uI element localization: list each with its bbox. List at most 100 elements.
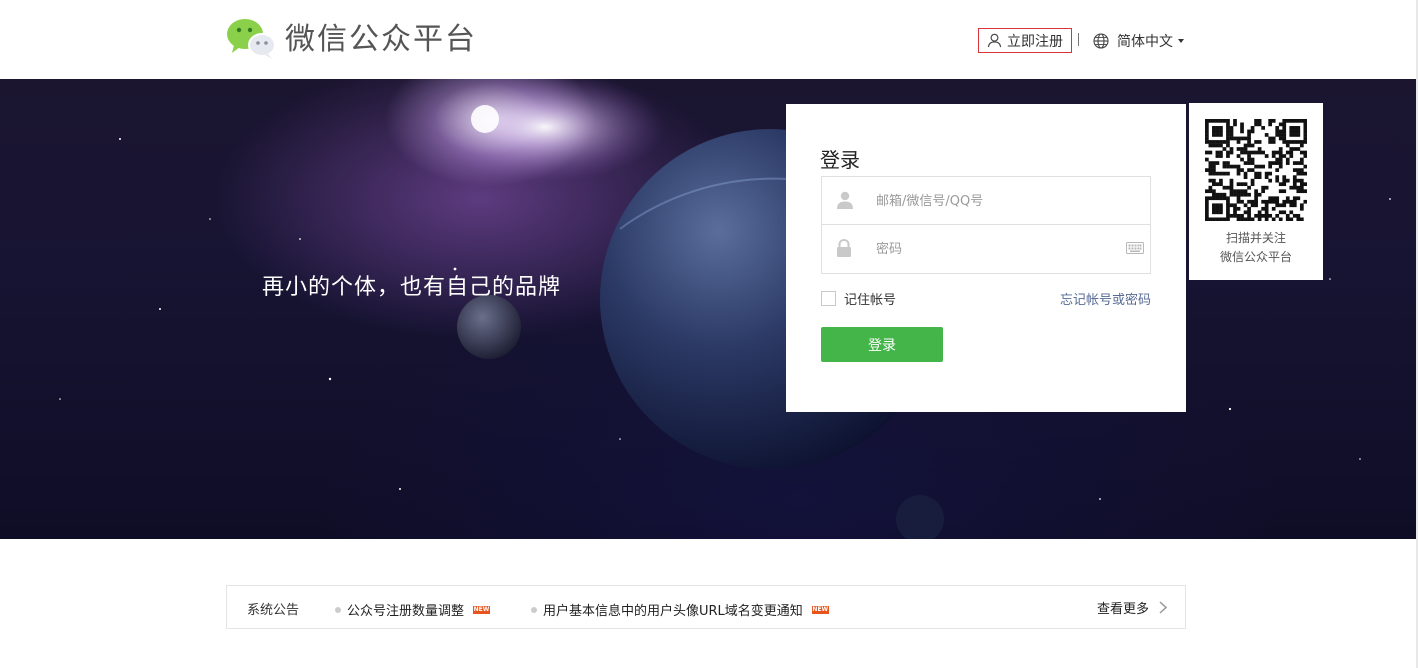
qr-module — [1282, 189, 1287, 194]
qr-module — [1205, 136, 1209, 141]
announcement-text: 公众号注册数量调整 — [347, 604, 465, 619]
qr-module — [1205, 122, 1209, 127]
announcement-item[interactable]: 公众号注册数量调整 NEW — [335, 600, 491, 619]
qr-module — [1292, 203, 1297, 208]
qr-module — [1222, 185, 1227, 190]
qr-module — [1236, 206, 1241, 211]
qr-module — [1212, 189, 1216, 194]
qr-module — [1282, 122, 1287, 127]
qr-module — [1247, 140, 1251, 144]
qr-module — [1240, 189, 1244, 194]
qr-caption: 扫描并关注 微信公众平台 — [1189, 229, 1323, 267]
qr-module — [1233, 119, 1237, 123]
qr-module — [1278, 161, 1283, 165]
qr-module — [1289, 133, 1294, 137]
qr-module — [1282, 175, 1287, 179]
qr-module — [1278, 147, 1283, 151]
qr-module — [1215, 129, 1220, 134]
qr-module — [1296, 217, 1301, 221]
qr-module — [1278, 157, 1283, 162]
qr-module — [1282, 126, 1287, 130]
qr-module — [1299, 217, 1304, 221]
qr-module — [1219, 140, 1223, 144]
qr-module — [1289, 119, 1294, 123]
checkbox-box[interactable] — [821, 291, 836, 306]
qr-module — [1229, 136, 1234, 141]
qr-module — [1264, 217, 1269, 221]
qr-module — [1296, 119, 1301, 123]
qr-module — [1303, 154, 1307, 158]
qr-module — [1215, 196, 1220, 201]
qr-module — [1236, 154, 1241, 158]
qr-module — [1229, 178, 1234, 183]
login-button[interactable]: 登录 — [821, 327, 943, 362]
qr-module — [1257, 217, 1262, 221]
qr-module — [1229, 192, 1234, 197]
qr-module — [1222, 171, 1227, 176]
qr-module — [1215, 217, 1220, 221]
qr-module — [1229, 213, 1234, 218]
bullet-dot — [335, 606, 341, 613]
qr-caption-line1: 扫描并关注 — [1225, 231, 1286, 245]
password-input[interactable] — [876, 237, 1116, 261]
qr-module — [1257, 122, 1262, 127]
qr-module — [1250, 157, 1255, 162]
qr-module — [1250, 129, 1255, 134]
qr-module — [1282, 199, 1287, 204]
qr-module — [1261, 206, 1265, 211]
username-input[interactable] — [876, 189, 1116, 213]
keyboard-icon[interactable] — [1126, 242, 1144, 254]
qr-module — [1303, 182, 1307, 187]
qr-module — [1285, 217, 1290, 221]
qr-module — [1278, 122, 1283, 127]
qr-module — [1215, 210, 1220, 215]
qr-module — [1243, 147, 1248, 151]
qr-module — [1222, 164, 1227, 169]
qr-module — [1212, 192, 1216, 197]
qr-module — [1254, 213, 1258, 218]
qr-module — [1264, 175, 1269, 179]
qr-module — [1299, 182, 1304, 187]
qr-module — [1205, 210, 1209, 215]
qr-module — [1247, 206, 1251, 211]
forgot-password-link[interactable]: 忘记帐号或密码 — [1060, 289, 1151, 308]
language-selector[interactable]: 简体中文 — [1093, 30, 1184, 52]
qr-module — [1243, 171, 1248, 176]
qr-module — [1205, 150, 1209, 155]
qr-module — [1282, 203, 1287, 208]
qr-module — [1289, 217, 1294, 221]
remember-account-checkbox[interactable]: 记住帐号 — [821, 289, 896, 308]
qr-module — [1254, 150, 1258, 155]
qr-code — [1205, 119, 1307, 221]
qr-module — [1278, 164, 1283, 169]
qr-module — [1205, 119, 1209, 123]
username-field-wrapper — [821, 176, 1151, 225]
new-badge: NEW — [811, 605, 829, 614]
qr-module — [1219, 143, 1223, 148]
qr-module — [1292, 199, 1297, 204]
qr-module — [1278, 217, 1283, 221]
view-more-link[interactable]: 查看更多 — [1097, 598, 1167, 617]
announcement-item[interactable]: 用户基本信息中的用户头像URL域名变更通知 NEW — [531, 600, 829, 619]
qr-module — [1299, 161, 1304, 165]
qr-module — [1268, 164, 1273, 169]
qr-module — [1236, 189, 1241, 194]
qr-module — [1233, 210, 1237, 215]
qr-module — [1233, 189, 1237, 194]
qr-module — [1296, 168, 1301, 172]
remember-label: 记住帐号 — [844, 293, 897, 308]
qr-module — [1303, 171, 1307, 176]
qr-module — [1282, 129, 1287, 134]
qr-module — [1212, 140, 1216, 144]
language-label: 简体中文 — [1117, 34, 1173, 50]
announcement-text: 用户基本信息中的用户头像URL域名变更通知 — [543, 604, 803, 619]
qr-module — [1247, 161, 1251, 165]
register-button[interactable]: 立即注册 — [978, 28, 1072, 53]
qr-module — [1236, 199, 1241, 204]
qr-module — [1254, 192, 1258, 197]
qr-module — [1226, 126, 1230, 130]
qr-module — [1222, 161, 1227, 165]
qr-module — [1226, 119, 1230, 123]
qr-module — [1275, 178, 1280, 183]
qr-module — [1296, 133, 1301, 137]
